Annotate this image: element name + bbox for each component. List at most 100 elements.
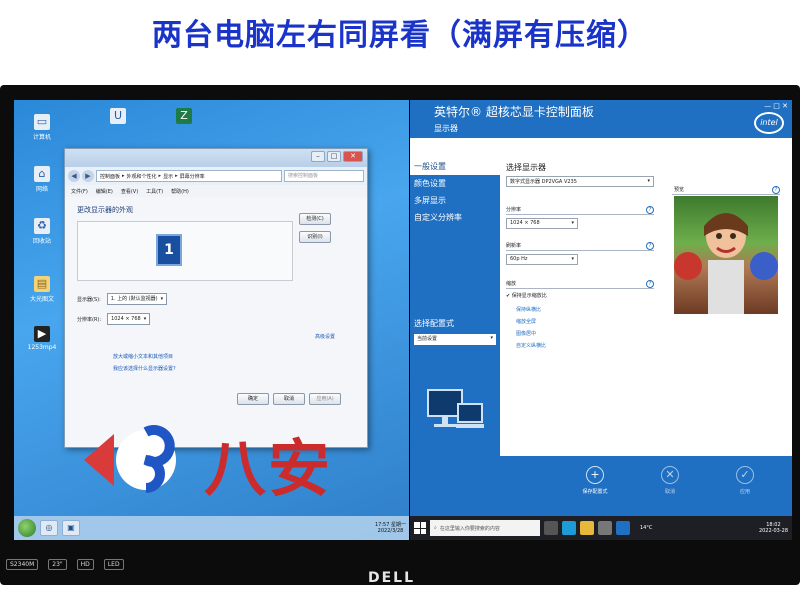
nav-color-settings[interactable]: 颜色设置 [410,175,500,192]
scaling-option[interactable]: 缩放全屏 [516,318,536,325]
select-display-dropdown[interactable]: 数字式显示器 DP2VGA V235 ▾ [506,176,654,187]
profile-select-value: 当前设置 [417,336,438,342]
detect-button[interactable]: 检测(C) [299,213,331,225]
weather-temp[interactable]: 14°C [640,525,652,531]
desktop-icon-folder[interactable]: ▤ 大光图文 [22,276,62,303]
resolution-dropdown[interactable]: 1024 × 768 ▾ [506,218,578,229]
desktop-icon-computer[interactable]: ▭ 计算机 [22,114,62,141]
help-icon[interactable]: ? [646,280,654,288]
taskbar-intel-icon[interactable] [616,521,630,535]
help-icon[interactable]: ? [772,186,780,194]
taskbar-search-box[interactable]: ⌕ 在这里输入你要搜索的内容 [430,520,540,536]
help-icon[interactable]: ? [646,206,654,214]
breadcrumb-item[interactable]: 屏幕分辨率 [180,173,205,180]
resolution-divider [506,214,654,215]
page-headline: 两台电脑左右同屏看（满屏有压缩） [152,18,648,53]
check-icon: ✓ [736,466,754,484]
profile-label: 选择配置式 [414,319,454,328]
maximize-button[interactable]: □ [327,151,341,162]
menu-edit[interactable]: 编辑(E) [96,188,113,195]
windows-start-icon[interactable] [414,522,426,534]
window-body: 更改显示器的外观 1 检测(C) 识别(I) 显示器(S): 1. 上的 (默认… [65,197,367,447]
screen-resolution-window: – □ ✕ ◀ ▶ 控制面板 ▸ 外观和个性化 ▸ 显示 ▸ 屏幕分辨率 搜索控制面板… [64,148,368,448]
desktop-icon-app[interactable]: U [98,108,138,126]
window-titlebar[interactable]: – □ ✕ [65,149,367,167]
breadcrumb-item[interactable]: 显示 [163,173,173,180]
taskbar-store-icon[interactable] [598,521,612,535]
refresh-label: 刷新率 [506,243,522,249]
taskbar-folder-icon[interactable] [580,521,594,535]
breadcrumb[interactable]: 控制面板 ▸ 外观和个性化 ▸ 显示 ▸ 屏幕分辨率 [96,170,282,182]
hd-badge: HD [76,558,94,570]
taskbar-control-panel-icon[interactable]: ▣ [62,520,80,536]
app-icon: U [110,108,126,124]
ok-button[interactable]: 确定 [237,393,269,405]
refresh-dropdown[interactable]: 60p Hz ▾ [506,254,578,265]
forward-arrow-icon[interactable]: ▶ [82,170,94,182]
taskbar-clock[interactable]: 18:02 2022-03-28 [759,522,788,534]
menu-file[interactable]: 文件(F) [71,188,88,195]
menu-help[interactable]: 帮助(H) [171,188,189,195]
win7-taskbar: ◎ ▣ 17:57 星期一 2022/3/28 [14,516,410,540]
desktop-icon-excel[interactable]: Z [164,108,204,126]
app-title-bar: 英特尔® 超核芯显卡控制面板 — □ ✕ [410,100,792,122]
identify-button[interactable]: 识别(I) [299,231,331,243]
scaling-option[interactable]: 自定义纵横比 [516,342,546,349]
monitor-1-icon[interactable]: 1 [156,234,182,266]
video-file-icon: ▶ [34,326,50,342]
advanced-settings-link[interactable]: 高级设置 [315,333,335,340]
intel-logo: intel [754,112,784,134]
model-label: S2340M [6,558,39,570]
search-input[interactable]: 搜索控制面板 [284,170,364,182]
menu-bar: 文件(F) 编辑(E) 查看(V) 工具(T) 帮助(H) [65,185,367,197]
profile-select[interactable]: 当前设置 ▾ [414,334,496,345]
text-size-link[interactable]: 放大或缩小文本和其他项目 [113,353,173,360]
apply-button[interactable]: ✓ 应用 [720,466,770,495]
breadcrumb-item[interactable]: 控制面板 [100,173,120,180]
chevron-down-icon: ▾ [160,296,164,302]
win10-taskbar: ⌕ 在这里输入你要搜索的内容 14°C 18:02 2022-03-28 [410,516,792,540]
section-title: 显示器 [434,124,458,133]
menu-view[interactable]: 查看(V) [121,188,138,195]
scaling-divider [506,288,654,289]
close-button[interactable]: ✕ [343,151,363,162]
save-profile-label: 保存配置式 [582,489,608,495]
nav-multi-display[interactable]: 多屏显示 [410,192,500,209]
start-button[interactable] [18,519,36,537]
preview-label: 预览 [674,187,685,193]
left-screen: ▭ 计算机 ⌂ 网络 ♻ 回收站 ▤ 大光图文 ▶ 1253mp4 U Z – … [14,100,410,540]
window-controls[interactable]: — □ ✕ [764,102,788,110]
search-icon: ⌕ [434,525,437,531]
scaling-option[interactable]: 保持纵横比 [516,306,541,313]
desktop-icon-label: 网络 [35,186,48,193]
computer-icon: ▭ [34,114,50,130]
display-help-link[interactable]: 我应该选择什么显示器设置? [113,365,176,372]
desktop-icon-recycle-bin[interactable]: ♻ 回收站 [22,218,62,245]
back-arrow-icon[interactable]: ◀ [68,170,80,182]
help-icon[interactable]: ? [646,242,654,250]
resolution-select[interactable]: 1024 × 768 ▾ [107,313,151,325]
display-select[interactable]: 1. 上的 (默认监视器) ▾ [106,293,168,305]
taskbar-clock[interactable]: 17:57 星期一 2022/3/28 [375,522,406,534]
taskbar-explorer-icon[interactable]: ◎ [40,520,58,536]
desktop-icon-video[interactable]: ▶ 1253mp4 [22,326,62,351]
nav-custom-resolution[interactable]: 自定义分辨率 [410,209,500,226]
save-profile-button[interactable]: + 保存配置式 [570,466,620,495]
taskbar-search-placeholder: 在这里输入你要搜索的内容 [439,525,500,532]
taskbar-edge-icon[interactable] [562,521,576,535]
resolution-value: 1024 × 768 [510,220,540,226]
scaling-option[interactable]: 图像居中 [516,330,536,337]
scaling-label: 缩放 [506,281,517,287]
minimize-button[interactable]: – [311,151,325,162]
breadcrumb-item[interactable]: 外观和个性化 [127,173,157,180]
preview-divider [672,194,780,195]
apply-button[interactable]: 应用(A) [309,393,341,405]
dell-logo: DELL [368,570,416,586]
cancel-button[interactable]: 取消 [273,393,305,405]
taskbar-task-view-icon[interactable] [544,521,558,535]
nav-general-settings[interactable]: 一般设置 [410,158,500,175]
scaling-option-selected[interactable]: ✔ 保持显示缩放比 [506,292,547,299]
menu-tools[interactable]: 工具(T) [146,188,163,195]
cancel-button[interactable]: ✕ 取消 [645,466,695,495]
desktop-icon-network[interactable]: ⌂ 网络 [22,166,62,193]
